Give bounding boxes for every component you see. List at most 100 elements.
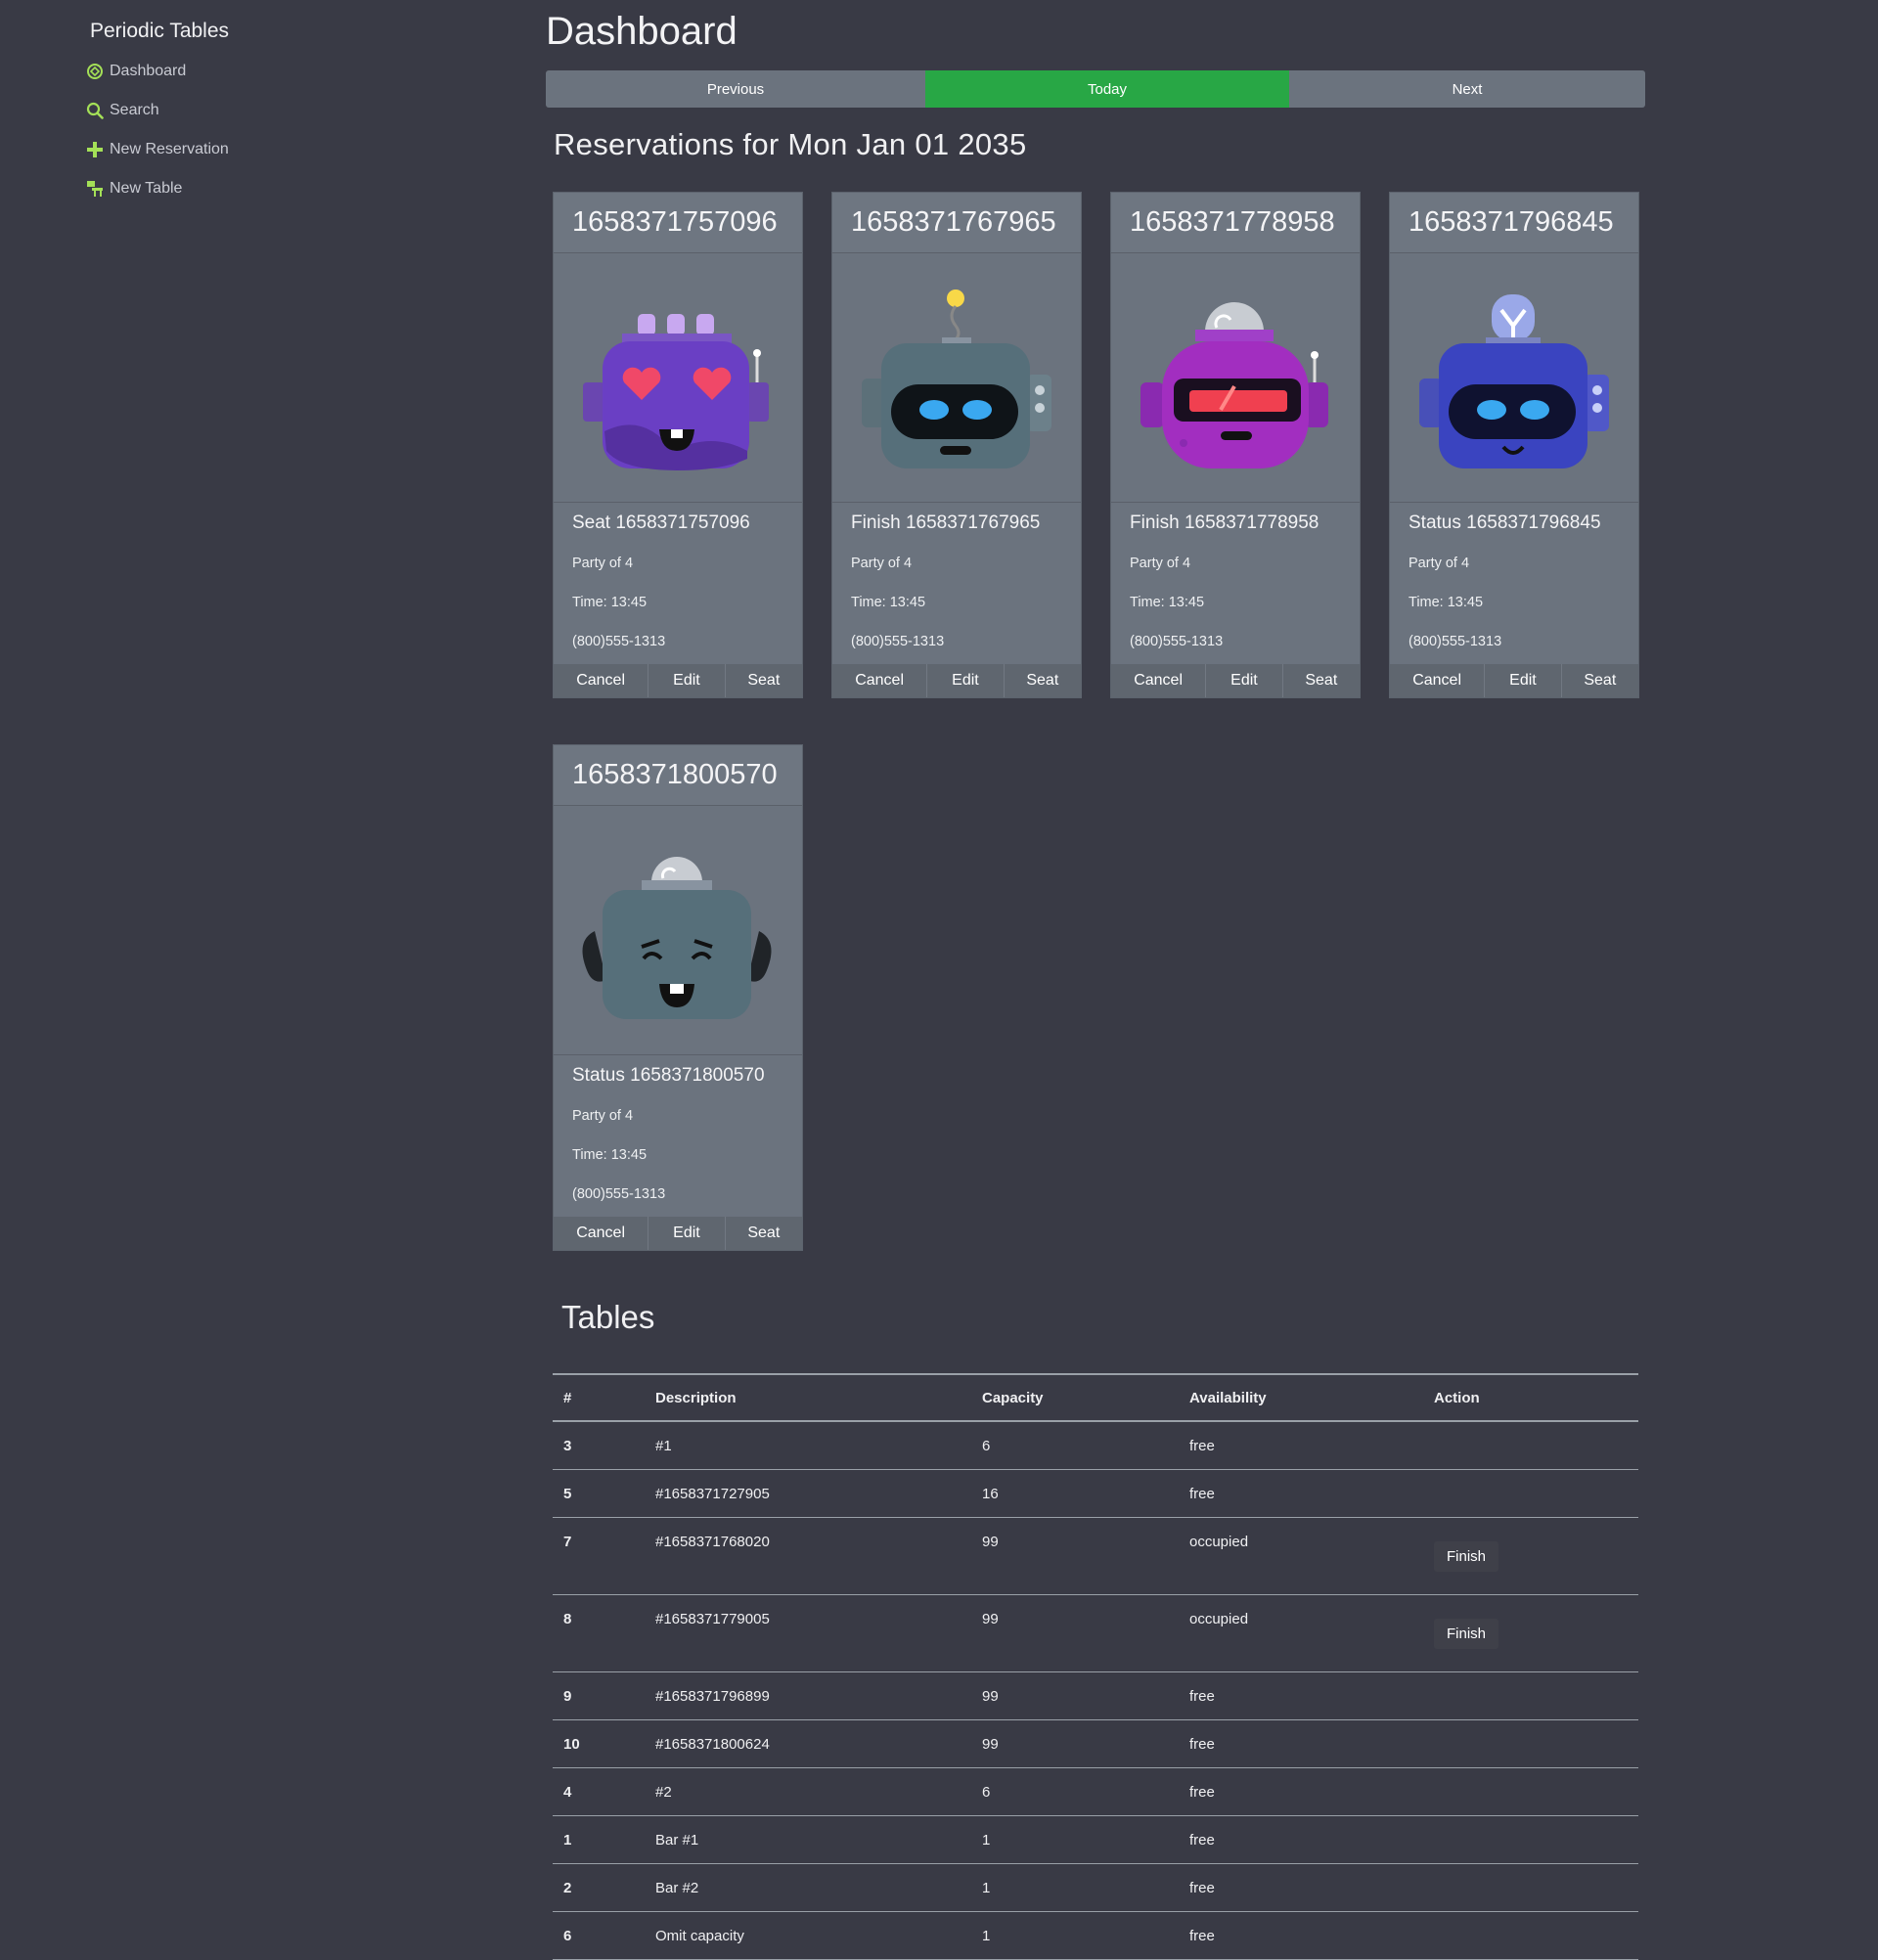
table-action: Finish — [1434, 1594, 1638, 1672]
table-number: 4 — [553, 1767, 655, 1816]
cancel-button[interactable]: Cancel — [554, 664, 649, 697]
table-row: 3 #1 6 free — [553, 1421, 1638, 1470]
date-navigation: Previous Today Next — [546, 70, 1645, 108]
table-action — [1434, 1719, 1638, 1768]
table-availability: occupied — [1189, 1517, 1434, 1595]
table-capacity: 1 — [982, 1911, 1189, 1960]
today-button[interactable]: Today — [925, 70, 1289, 108]
reservation-time: Time: 13:45 — [572, 595, 648, 610]
card-actions: Cancel Edit Seat — [554, 664, 802, 697]
cancel-button[interactable]: Cancel — [1111, 664, 1207, 697]
table-row: 8 #1658371779005 99 occupied Finish — [553, 1594, 1638, 1672]
next-button[interactable]: Next — [1289, 70, 1645, 108]
page-title: Dashboard — [546, 10, 738, 53]
table-number: 1 — [553, 1815, 655, 1864]
seat-button[interactable]: Seat — [726, 664, 802, 697]
sidebar-item-new-table[interactable]: New Table — [86, 180, 182, 198]
previous-button[interactable]: Previous — [546, 70, 925, 108]
table-capacity: 99 — [982, 1517, 1189, 1595]
teal-laughing-robot-icon — [554, 806, 802, 1055]
edit-button[interactable]: Edit — [927, 664, 1005, 697]
edit-button[interactable]: Edit — [648, 664, 726, 697]
table-action: Finish — [1434, 1517, 1638, 1595]
table-row: 6 Omit capacity 1 free — [553, 1911, 1638, 1960]
table-row: 5 #1658371727905 16 free — [553, 1469, 1638, 1518]
table-number: 5 — [553, 1469, 655, 1518]
seat-button[interactable]: Seat — [726, 1217, 802, 1250]
table-capacity: 1 — [982, 1815, 1189, 1864]
phone-number: (800)555-1313 — [1130, 634, 1224, 649]
table-row: 10 #1658371800624 99 free — [553, 1719, 1638, 1768]
table-action — [1434, 1815, 1638, 1864]
card-actions: Cancel Edit Seat — [554, 1217, 802, 1250]
sidebar: Periodic Tables Dashboard Search New Res… — [0, 0, 528, 1944]
edit-button[interactable]: Edit — [1485, 664, 1562, 697]
table-description: #1658371796899 — [655, 1671, 982, 1720]
column-header: Availability — [1189, 1373, 1434, 1422]
party-size: Party of 4 — [1130, 556, 1191, 571]
seat-button[interactable]: Seat — [1005, 664, 1081, 697]
tables-table: # Description Capacity Availability Acti… — [553, 1373, 1638, 1960]
table-row: 9 #1658371796899 99 free — [553, 1671, 1638, 1720]
phone-number: (800)555-1313 — [572, 1186, 666, 1202]
table-number: 2 — [553, 1863, 655, 1912]
reservation-card: 1658371796845 Status 1658371796845 Party… — [1389, 192, 1639, 698]
table-row: 2 Bar #2 1 free — [553, 1863, 1638, 1912]
seat-button[interactable]: Seat — [1283, 664, 1360, 697]
reservation-time: Time: 13:45 — [1130, 595, 1205, 610]
table-action — [1434, 1671, 1638, 1720]
brand-title[interactable]: Periodic Tables — [90, 20, 229, 43]
reservation-title: Status 1658371796845 — [1408, 512, 1601, 533]
table-availability: free — [1189, 1911, 1434, 1960]
table-number: 10 — [553, 1719, 655, 1768]
reservation-time: Time: 13:45 — [572, 1147, 648, 1163]
table-action — [1434, 1911, 1638, 1960]
cancel-button[interactable]: Cancel — [1390, 664, 1486, 697]
sidebar-item-dashboard[interactable]: Dashboard — [86, 63, 186, 80]
table-row: 7 #1658371768020 99 occupied Finish — [553, 1517, 1638, 1595]
tables-heading: Tables — [561, 1299, 655, 1335]
reservation-title: Finish 1658371767965 — [851, 512, 1041, 533]
table-number: 8 — [553, 1594, 655, 1672]
table-availability: free — [1189, 1719, 1434, 1768]
table-number: 6 — [553, 1911, 655, 1960]
table-header-row: # Description Capacity Availability Acti… — [553, 1373, 1638, 1422]
edit-button[interactable]: Edit — [1206, 664, 1283, 697]
table-description: #2 — [655, 1767, 982, 1816]
sidebar-item-label: Dashboard — [110, 63, 187, 79]
finish-button[interactable]: Finish — [1434, 1540, 1499, 1572]
table-capacity: 99 — [982, 1671, 1189, 1720]
table-description: #1658371768020 — [655, 1517, 982, 1595]
reservation-card: 1658371800570 Status 1658371800570 Party… — [553, 744, 803, 1251]
edit-button[interactable]: Edit — [648, 1217, 726, 1250]
table-row: 4 #2 6 free — [553, 1767, 1638, 1816]
table-number: 3 — [553, 1421, 655, 1470]
table-action — [1434, 1421, 1638, 1470]
table-description: Bar #2 — [655, 1863, 982, 1912]
table-action — [1434, 1863, 1638, 1912]
cancel-button[interactable]: Cancel — [832, 664, 928, 697]
table-action — [1434, 1767, 1638, 1816]
table-availability: free — [1189, 1421, 1434, 1470]
table-capacity: 16 — [982, 1469, 1189, 1518]
finish-button[interactable]: Finish — [1434, 1618, 1499, 1649]
reservation-card: 1658371778958 Finish 1658371778958 Party… — [1110, 192, 1361, 698]
cancel-button[interactable]: Cancel — [554, 1217, 649, 1250]
column-header: Description — [655, 1373, 982, 1422]
table-availability: free — [1189, 1863, 1434, 1912]
new-table-icon — [86, 180, 104, 198]
sidebar-item-label: Search — [110, 102, 159, 118]
table-availability: free — [1189, 1767, 1434, 1816]
reservation-id: 1658371778958 — [1111, 193, 1360, 253]
purple-heart-robot-icon — [554, 253, 802, 503]
table-action — [1434, 1469, 1638, 1518]
sidebar-item-new-reservation[interactable]: New Reservation — [86, 141, 229, 158]
plus-icon — [86, 141, 104, 158]
party-size: Party of 4 — [851, 556, 913, 571]
reservation-id: 1658371757096 — [554, 193, 802, 253]
blue-bulb-robot-icon — [1390, 253, 1638, 503]
seat-button[interactable]: Seat — [1562, 664, 1638, 697]
sidebar-item-search[interactable]: Search — [86, 102, 159, 119]
phone-number: (800)555-1313 — [572, 634, 666, 649]
card-actions: Cancel Edit Seat — [832, 664, 1081, 697]
